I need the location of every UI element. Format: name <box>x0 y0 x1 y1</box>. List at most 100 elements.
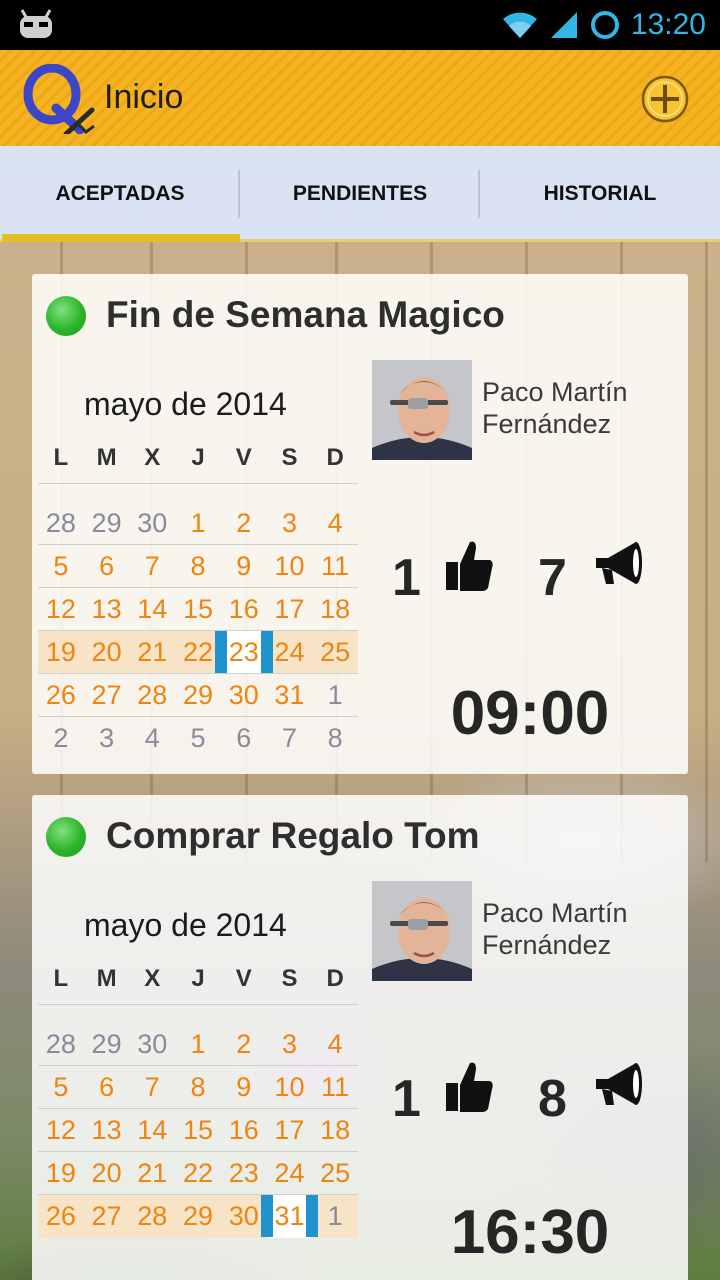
megaphone-icon[interactable] <box>592 1059 646 1109</box>
calendar-day[interactable]: 29 <box>175 1195 221 1238</box>
calendar-day[interactable]: 5 <box>175 717 221 760</box>
calendar-day[interactable]: 6 <box>84 1066 130 1108</box>
calendar-day[interactable]: 14 <box>129 588 175 630</box>
calendar-day[interactable]: 23 <box>214 631 273 673</box>
calendar-day[interactable]: 24 <box>267 631 313 673</box>
avatar[interactable] <box>372 360 472 460</box>
announcements-count: 8 <box>538 1070 567 1128</box>
calendar-day[interactable]: 13 <box>84 1109 130 1151</box>
weekday-label: L <box>53 965 69 992</box>
signal-icon <box>550 12 577 38</box>
event-card[interactable]: Fin de Semana Magico mayo de 2014 L M X J V S D 2… <box>32 274 688 774</box>
calendar-day[interactable]: 3 <box>267 502 313 544</box>
calendar-day[interactable]: 28 <box>38 502 84 544</box>
megaphone-icon[interactable] <box>592 538 646 588</box>
weekday-label: V <box>235 965 252 992</box>
calendar-day[interactable]: 1 <box>175 502 221 544</box>
calendar-day[interactable]: 29 <box>84 502 130 544</box>
calendar-day[interactable]: 16 <box>221 588 267 630</box>
calendar-day[interactable]: 31 <box>267 674 313 716</box>
calendar-day[interactable]: 5 <box>38 1066 84 1108</box>
calendar-day[interactable]: 17 <box>267 1109 313 1151</box>
calendar-grid: 28 29 30 1 2 3 4 5 6 7 8 9 10 11 12 13 14 15 16 17 18 19 20 21 2… <box>38 1023 358 1238</box>
calendar-day[interactable]: 5 <box>38 545 84 587</box>
calendar-day[interactable]: 31 <box>260 1195 318 1238</box>
calendar-day[interactable]: 28 <box>129 674 175 716</box>
calendar-day[interactable]: 10 <box>267 545 313 587</box>
calendar-day[interactable]: 20 <box>84 631 130 673</box>
tab-aceptadas[interactable]: ACEPTADAS <box>0 146 240 242</box>
calendar-day[interactable]: 7 <box>267 717 313 760</box>
calendar-day[interactable]: 25 <box>312 631 358 673</box>
calendar-day[interactable]: 29 <box>84 1023 130 1065</box>
calendar-day[interactable]: 9 <box>221 1066 267 1108</box>
calendar-day[interactable]: 15 <box>175 1109 221 1151</box>
calendar-day[interactable]: 19 <box>38 1152 84 1194</box>
calendar-day[interactable]: 3 <box>267 1023 313 1065</box>
calendar-day[interactable]: 18 <box>312 588 358 630</box>
calendar-day[interactable]: 2 <box>221 1023 267 1065</box>
calendar-day[interactable]: 8 <box>175 1066 221 1108</box>
calendar-day[interactable]: 16 <box>221 1109 267 1151</box>
calendar-day[interactable]: 18 <box>312 1109 358 1151</box>
calendar-day[interactable]: 4 <box>312 1023 358 1065</box>
calendar-day[interactable]: 29 <box>175 674 221 716</box>
calendar-day[interactable]: 15 <box>175 588 221 630</box>
calendar-day[interactable]: 30 <box>221 674 267 716</box>
calendar-day[interactable]: 4 <box>312 502 358 544</box>
calendar-day[interactable]: 25 <box>312 1152 358 1194</box>
calendar-day[interactable]: 14 <box>129 1109 175 1151</box>
weekday-label: L <box>53 444 69 471</box>
calendar-day[interactable]: 10 <box>267 1066 313 1108</box>
calendar-day[interactable]: 21 <box>129 631 175 673</box>
tab-pendientes[interactable]: PENDIENTES <box>240 146 480 242</box>
calendar-week-row: 5 6 7 8 9 10 11 <box>38 545 358 588</box>
calendar-day[interactable]: 30 <box>129 502 175 544</box>
weekday-label: D <box>326 444 344 471</box>
calendar-day[interactable]: 9 <box>221 545 267 587</box>
calendar-day[interactable]: 4 <box>129 717 175 760</box>
calendar-day[interactable]: 26 <box>38 1195 84 1238</box>
calendar-day[interactable]: 30 <box>129 1023 175 1065</box>
calendar-day[interactable]: 1 <box>312 674 358 716</box>
thumbs-up-icon[interactable] <box>444 1059 494 1113</box>
calendar-day[interactable]: 13 <box>84 588 130 630</box>
add-circle-icon[interactable] <box>640 74 690 124</box>
calendar-day[interactable]: 1 <box>175 1023 221 1065</box>
sync-ring-icon <box>590 11 619 39</box>
calendar-day[interactable]: 6 <box>84 545 130 587</box>
calendar-day[interactable]: 8 <box>175 545 221 587</box>
avatar[interactable] <box>372 881 472 981</box>
calendar-day[interactable]: 28 <box>129 1195 175 1238</box>
calendar-day[interactable]: 22 <box>175 1152 221 1194</box>
calendar-day[interactable]: 24 <box>267 1152 313 1194</box>
calendar-day[interactable]: 17 <box>267 588 313 630</box>
calendar-day[interactable]: 7 <box>129 1066 175 1108</box>
calendar-day[interactable]: 8 <box>312 717 358 760</box>
avatar-photo <box>372 360 472 460</box>
calendar-day[interactable]: 2 <box>221 502 267 544</box>
status-bar: 13:20 <box>0 0 720 50</box>
calendar-day[interactable]: 12 <box>38 1109 84 1151</box>
calendar-day[interactable]: 2 <box>38 717 84 760</box>
calendar-day[interactable]: 11 <box>312 545 358 587</box>
calendar-day[interactable]: 12 <box>38 588 84 630</box>
calendar-day[interactable]: 23 <box>221 1152 267 1194</box>
calendar-day[interactable]: 11 <box>312 1066 358 1108</box>
calendar-day[interactable]: 26 <box>38 674 84 716</box>
calendar-day[interactable]: 6 <box>221 717 267 760</box>
calendar-day[interactable]: 1 <box>312 1195 358 1238</box>
calendar-day[interactable]: 28 <box>38 1023 84 1065</box>
calendar-day[interactable]: 27 <box>84 674 130 716</box>
calendar-week-row: 12 13 14 15 16 17 18 <box>38 588 358 631</box>
calendar-day[interactable]: 21 <box>129 1152 175 1194</box>
tab-historial[interactable]: HISTORIAL <box>480 146 720 242</box>
calendar-day[interactable]: 20 <box>84 1152 130 1194</box>
calendar-day[interactable]: 3 <box>84 717 130 760</box>
app-logo-icon[interactable] <box>22 64 96 134</box>
event-card[interactable]: Comprar Regalo Tom mayo de 2014 L M X J V S D 28 2… <box>32 795 688 1280</box>
calendar-day[interactable]: 27 <box>84 1195 130 1238</box>
calendar-day[interactable]: 7 <box>129 545 175 587</box>
calendar-day[interactable]: 19 <box>38 631 84 673</box>
thumbs-up-icon[interactable] <box>444 538 494 592</box>
